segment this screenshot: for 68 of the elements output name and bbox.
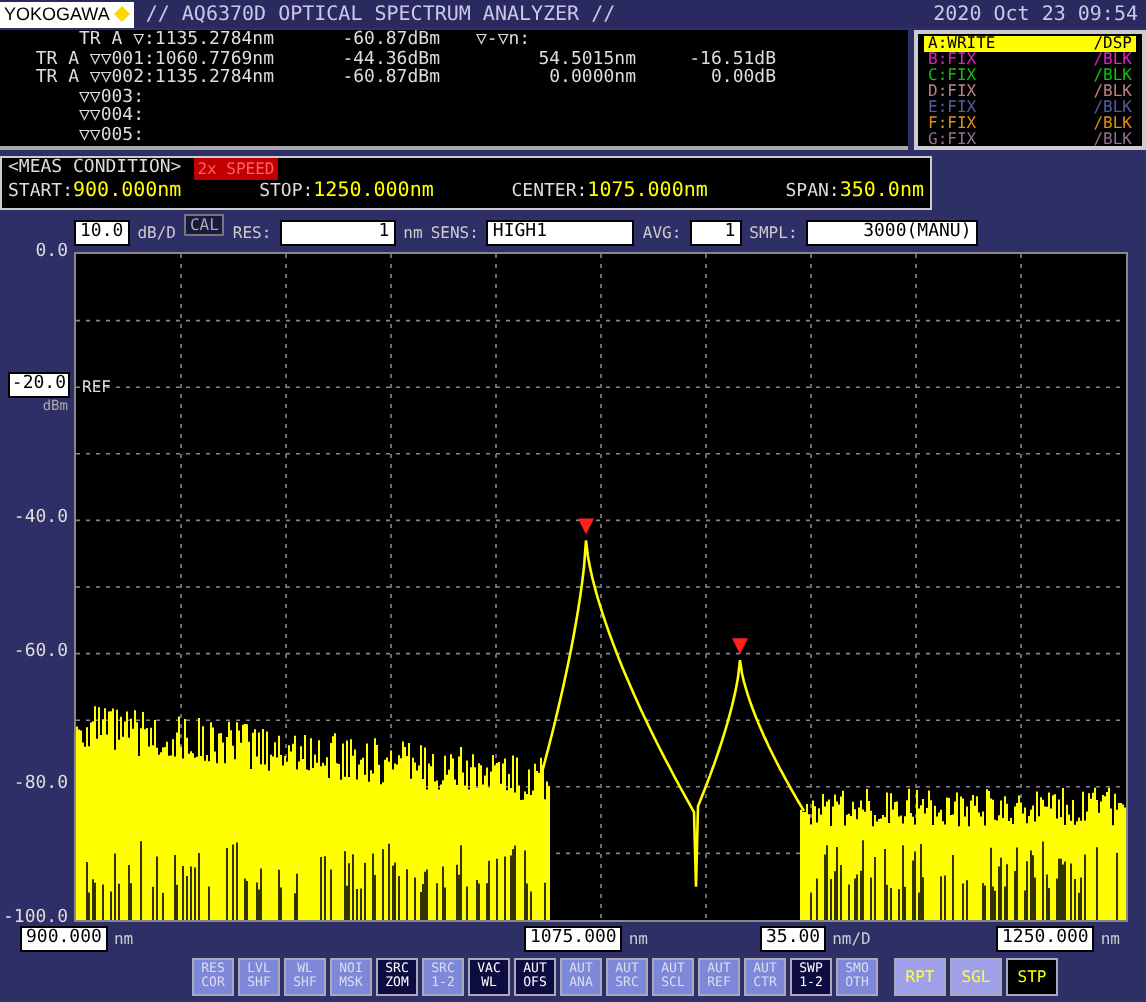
trace-item[interactable]: F:FIX /BLK — [924, 116, 1136, 132]
ref-label: REF — [82, 378, 111, 396]
scale-field[interactable]: 10.0 — [74, 219, 130, 245]
marker-label: TR A ▽▽001 — [33, 51, 144, 69]
marker-level: -60.87dBm — [340, 70, 440, 89]
brand-logo: YOKOGAWA — [0, 1, 134, 27]
speed-badge: 2x SPEED — [193, 158, 279, 180]
y-axis-label: -40.0 — [13, 510, 68, 529]
x-axis-value[interactable]: 1250.000 — [996, 926, 1095, 952]
field-value: 1250.000nm — [313, 180, 434, 202]
x-axis-unit: nm/D — [832, 930, 871, 948]
field-value: 900.000nm — [73, 180, 182, 202]
avg-label: AVG: — [642, 223, 682, 241]
res-field[interactable]: 1 — [279, 219, 396, 245]
marker-label: ▽▽005: — [76, 127, 144, 146]
marker-label: ▽▽003: — [76, 89, 144, 107]
marker-wavelength: :1135.2784nm — [144, 70, 277, 89]
field-label: STOP: — [259, 182, 314, 202]
delta-wavelength: 0.0000nm — [547, 70, 636, 89]
delta-level: 0.00dB — [708, 70, 776, 89]
trace-item[interactable]: G:FIX /BLK — [924, 132, 1136, 148]
y-axis-label: -80.0 — [13, 776, 68, 795]
res-label: RES: — [232, 223, 272, 241]
cal-badge: CAL — [183, 214, 225, 236]
y-axis-label: -60.0 — [13, 643, 68, 662]
peak-marker-icon — [578, 518, 594, 535]
sweep-button[interactable]: STP — [1006, 957, 1058, 995]
diamond-icon — [113, 6, 130, 22]
trace-item[interactable]: B:FIX /BLK — [924, 52, 1136, 68]
marker-label: ▽▽004: — [76, 108, 144, 126]
delta-wavelength: 54.5015nm — [536, 51, 636, 69]
y-axis-label: 0.0 — [35, 244, 68, 262]
scale-unit: dB/D — [137, 223, 176, 241]
sens-field[interactable]: HIGH1 — [486, 219, 635, 245]
x-axis-value[interactable]: 35.00 — [760, 926, 827, 952]
x-axis-value[interactable]: 900.000 — [20, 926, 108, 952]
condition-title: <MEAS CONDITION> — [8, 158, 182, 180]
x-axis-unit: nm — [1100, 930, 1120, 948]
trace-item[interactable]: D:FIX /BLK — [924, 84, 1136, 100]
marker-wavelength: :1060.7769nm — [144, 51, 277, 69]
trace-item[interactable]: C:FIX /BLK — [924, 68, 1136, 84]
marker-level: -44.36dBm — [340, 51, 440, 69]
trace-item[interactable]: E:FIX /BLK — [924, 100, 1136, 116]
field-label: SPAN: — [785, 182, 840, 202]
sens-label: SENS: — [430, 223, 479, 241]
trace-item[interactable]: A:WRITE /DSP — [924, 36, 1136, 52]
res-unit: nm — [403, 223, 423, 241]
delta-title: ▽-▽n: — [476, 30, 531, 50]
x-axis-unit: nm — [113, 930, 134, 948]
field-value: 350.0nm — [839, 180, 924, 202]
marker-label: TR A ▽ — [76, 32, 144, 50]
field-value: 1075.000nm — [587, 180, 708, 202]
window-title: // AQ6370D OPTICAL SPECTRUM ANALYZER // — [145, 3, 618, 25]
delta-level: -16.51dB — [687, 51, 776, 69]
avg-field[interactable]: 1 — [689, 219, 742, 245]
x-axis-value[interactable]: 1075.000 — [524, 926, 623, 952]
field-label: CENTER: — [511, 182, 588, 202]
y-axis-label: -100.0 — [2, 910, 68, 928]
marker-label: TR A ▽▽002 — [33, 70, 144, 88]
field-label: START: — [8, 182, 74, 202]
smpl-label: SMPL: — [749, 223, 798, 241]
ref-level-field[interactable]: -20.0 — [7, 372, 70, 398]
smpl-field[interactable]: 3000(MANU) — [805, 219, 978, 245]
marker-wavelength: :1135.2784nm — [144, 32, 277, 50]
date-time: 2020 Oct 23 09:54 — [933, 3, 1138, 25]
marker-level: -60.87dBm — [340, 32, 440, 50]
x-axis-unit: nm — [628, 930, 648, 948]
peak-marker-icon — [732, 638, 748, 655]
